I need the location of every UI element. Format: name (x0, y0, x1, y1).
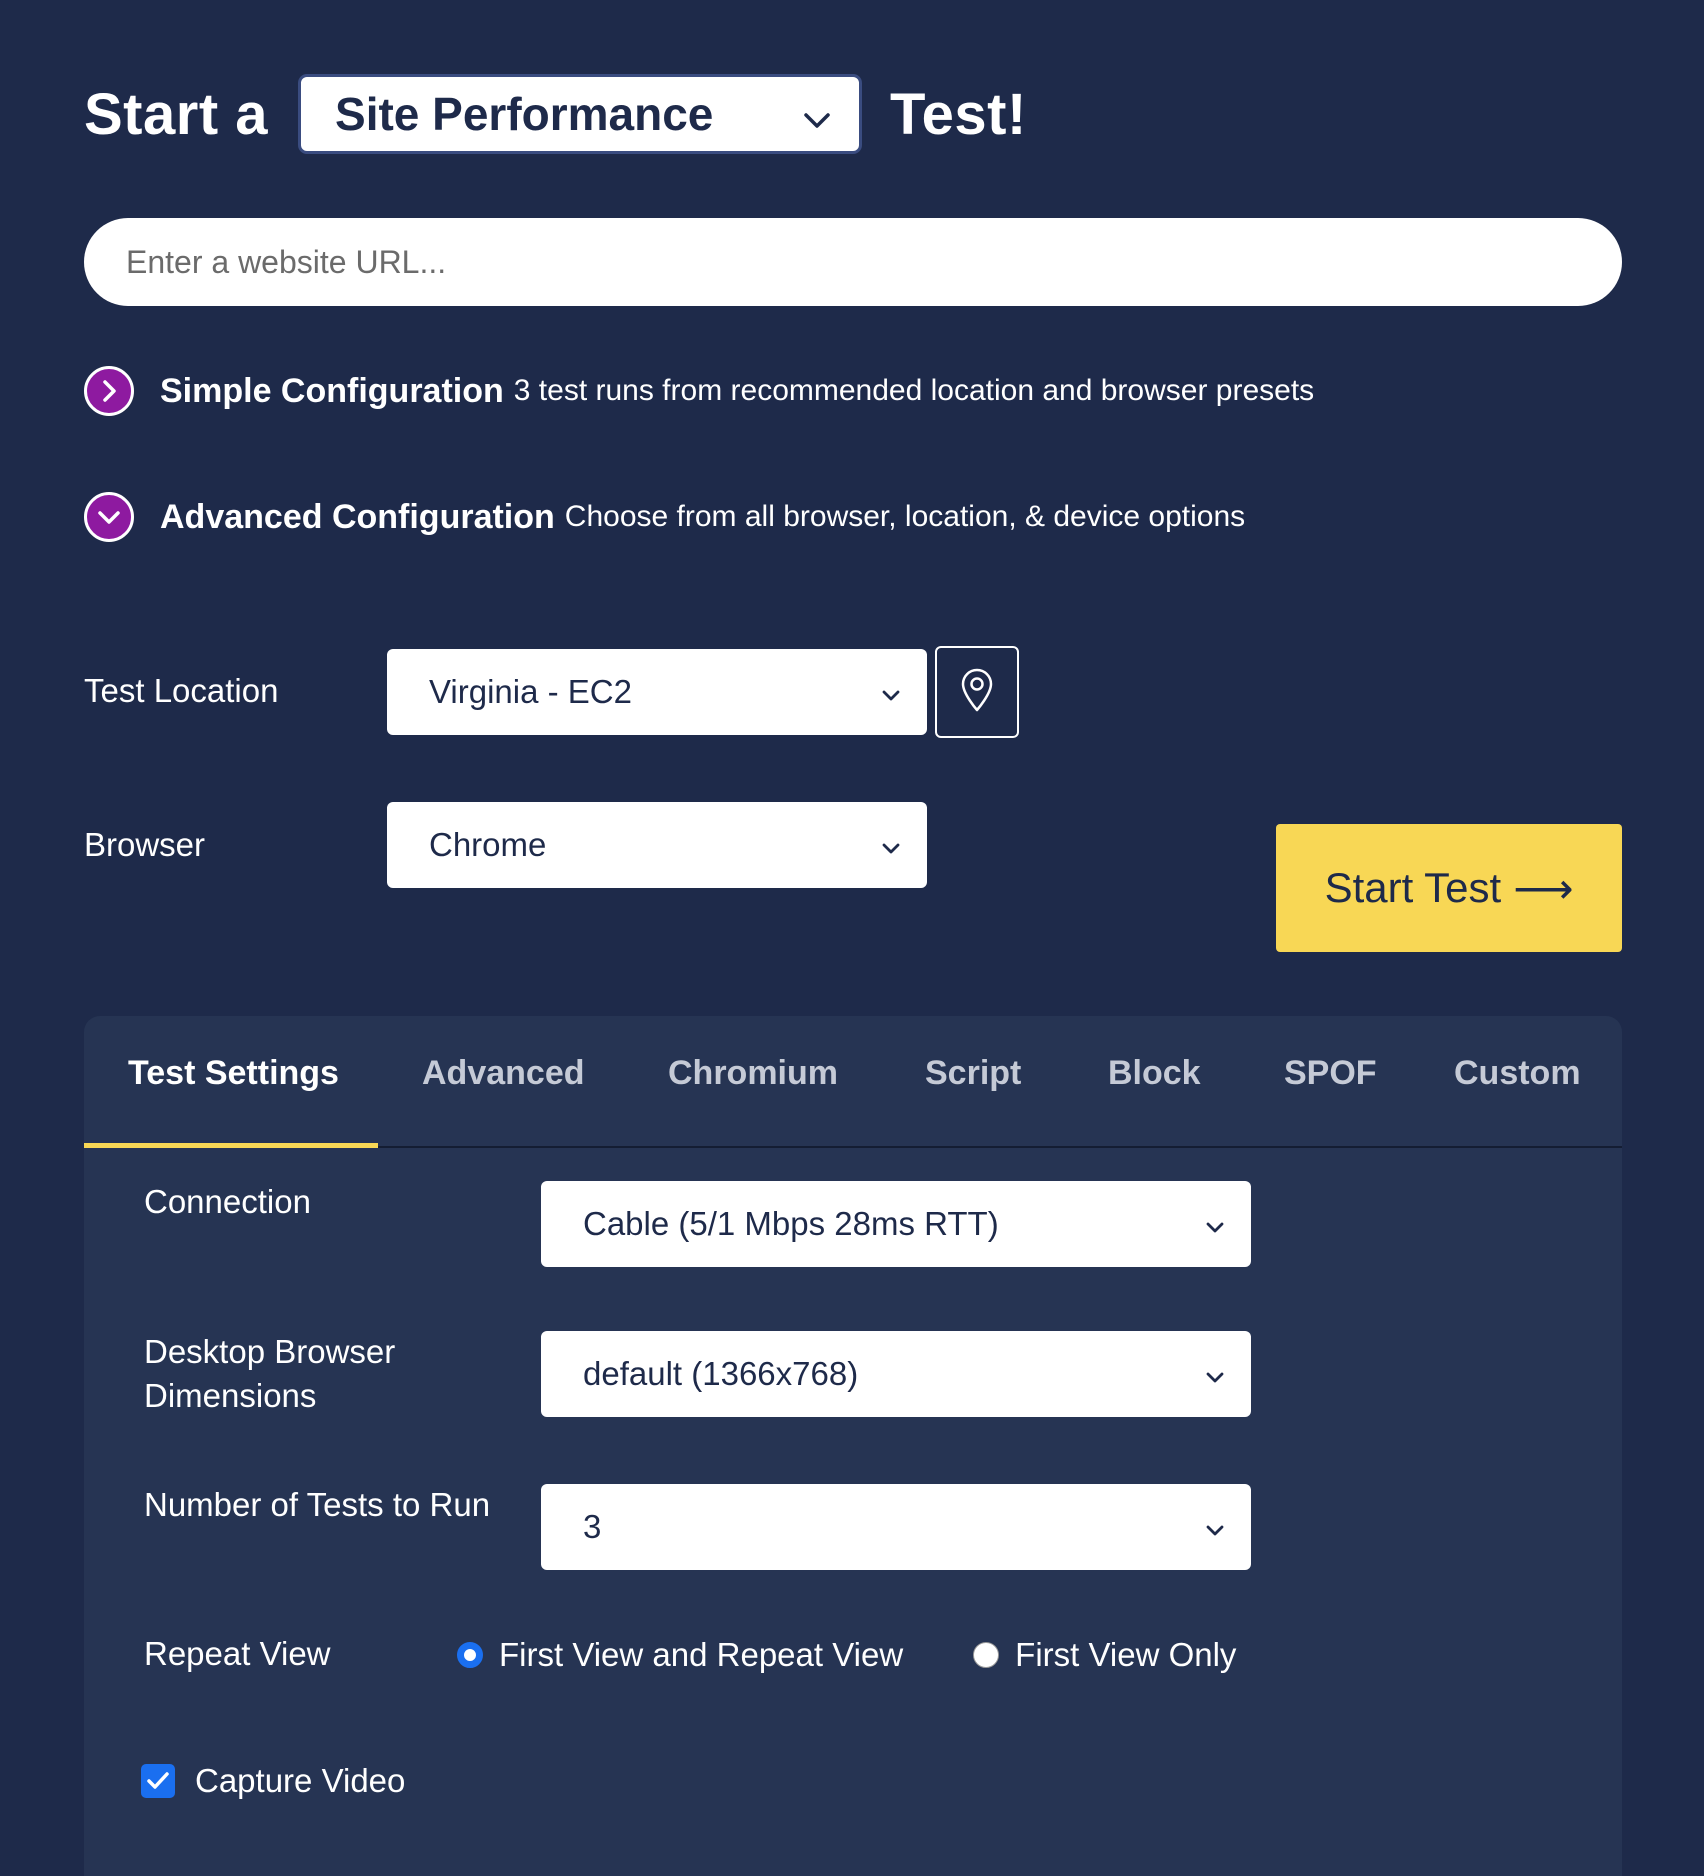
test-location-select[interactable]: Virginia - EC2 (387, 649, 927, 735)
capture-video-label: Capture Video (195, 1762, 406, 1799)
chevron-down-icon (881, 826, 901, 864)
checkbox-checked[interactable] (141, 1764, 175, 1798)
advanced-configuration-description: Choose from all browser, location, & dev… (564, 500, 1246, 533)
radio-label: First View and Repeat View (499, 1636, 904, 1673)
dimensions-select[interactable]: default (1366x768) (541, 1331, 1251, 1417)
radio-button-checked[interactable] (457, 1642, 483, 1668)
active-tab-indicator (84, 1143, 378, 1148)
repeat-view-radio-group: First View and Repeat View First View On… (457, 1636, 1236, 1674)
heading-prefix: Start a (84, 81, 269, 147)
dimensions-label-line1: Desktop Browser (144, 1333, 396, 1370)
start-test-label: Start Test (1324, 864, 1502, 911)
browser-value: Chrome (429, 826, 547, 863)
settings-tabs: Test Settings Advanced Chromium Script B… (84, 1016, 1622, 1148)
dimensions-label-line2: Dimensions (144, 1377, 317, 1414)
tab-block[interactable]: Block (1108, 1054, 1201, 1093)
chevron-down-icon (84, 492, 134, 542)
radio-label: First View Only (1015, 1636, 1237, 1673)
simple-configuration-toggle[interactable]: Simple Configuration 3 test runs from re… (84, 366, 1314, 416)
radio-first-and-repeat-view[interactable]: First View and Repeat View (457, 1636, 903, 1674)
test-location-label: Test Location (84, 672, 279, 709)
settings-panel: Test Settings Advanced Chromium Script B… (84, 1016, 1622, 1876)
chevron-down-icon (1205, 1205, 1225, 1243)
simple-configuration-description: 3 test runs from recommended location an… (513, 374, 1315, 407)
chevron-down-icon (1205, 1508, 1225, 1546)
number-of-tests-select[interactable]: 3 (541, 1484, 1251, 1570)
radio-button-unchecked[interactable] (973, 1642, 1000, 1668)
tab-advanced[interactable]: Advanced (422, 1054, 585, 1093)
heading-suffix: Test! (890, 81, 1027, 147)
repeat-view-label: Repeat View (144, 1635, 331, 1672)
advanced-configuration-toggle[interactable]: Advanced Configuration Choose from all b… (84, 492, 1245, 542)
dimensions-value: default (1366x768) (583, 1355, 859, 1392)
test-location-value: Virginia - EC2 (429, 673, 632, 710)
connection-value: Cable (5/1 Mbps 28ms RTT) (583, 1205, 999, 1242)
chevron-down-icon (803, 87, 831, 141)
tab-spof[interactable]: SPOF (1284, 1054, 1377, 1093)
tab-chromium[interactable]: Chromium (668, 1054, 838, 1093)
url-input[interactable] (84, 218, 1622, 306)
chevron-down-icon (1205, 1355, 1225, 1393)
test-type-select[interactable]: Site Performance (298, 74, 863, 154)
connection-select[interactable]: Cable (5/1 Mbps 28ms RTT) (541, 1181, 1251, 1267)
check-icon (147, 1772, 169, 1789)
chevron-down-icon (881, 673, 901, 711)
map-pin-icon (958, 667, 996, 718)
advanced-configuration-title: Advanced Configuration (160, 497, 555, 536)
tab-custom[interactable]: Custom (1454, 1054, 1581, 1093)
test-type-value: Site Performance (335, 88, 714, 140)
browser-select[interactable]: Chrome (387, 802, 927, 888)
location-map-button[interactable] (935, 646, 1019, 738)
capture-video-option[interactable]: Capture Video (141, 1762, 405, 1800)
connection-label: Connection (144, 1183, 311, 1220)
start-test-button[interactable]: Start Test ⟶ (1276, 824, 1622, 952)
dimensions-label: Desktop Browser Dimensions (144, 1330, 395, 1418)
chevron-right-icon (84, 366, 134, 416)
number-of-tests-label: Number of Tests to Run (144, 1486, 491, 1523)
tab-script[interactable]: Script (925, 1054, 1021, 1093)
browser-label: Browser (84, 826, 206, 863)
radio-first-view-only[interactable]: First View Only (973, 1636, 1236, 1674)
tab-test-settings[interactable]: Test Settings (128, 1054, 339, 1093)
simple-configuration-title: Simple Configuration (160, 371, 504, 410)
number-of-tests-value: 3 (583, 1508, 602, 1545)
page-heading: Start a Site Performance Test! (84, 74, 1027, 154)
arrow-right-icon: ⟶ (1513, 864, 1574, 912)
